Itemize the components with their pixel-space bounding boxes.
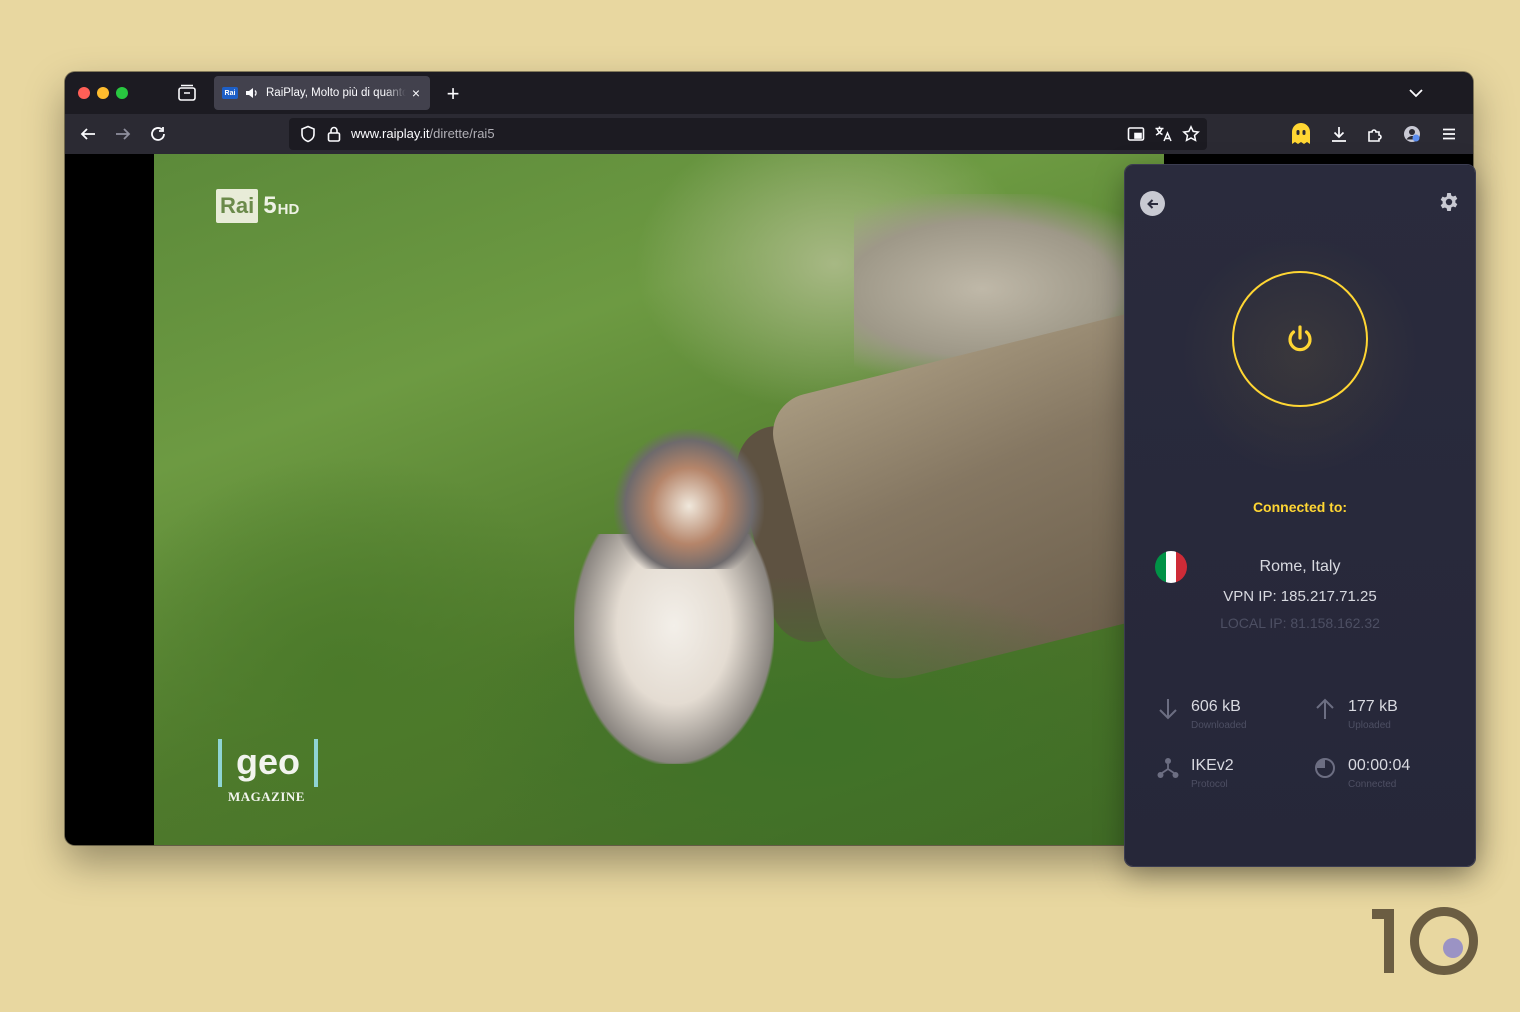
power-toggle-button[interactable] [1232, 271, 1368, 407]
protocol-stat: IKEv2 Protocol [1157, 756, 1307, 796]
tab-overview-icon[interactable] [177, 84, 197, 102]
new-tab-button[interactable]: + [443, 81, 463, 107]
address-bar[interactable]: www.raiplay.it/dirette/rai5 [289, 118, 1207, 150]
extensions-puzzle-icon[interactable] [1366, 125, 1384, 143]
local-ip: LOCAL IP: 81.158.162.32 [1220, 615, 1380, 631]
channel-number: 5 [263, 192, 277, 219]
protocol-label: Protocol [1191, 779, 1228, 790]
back-button[interactable] [1140, 191, 1165, 216]
forward-arrow-icon[interactable] [114, 125, 132, 143]
rai5-hd-logo: Rai 5 HD [216, 189, 299, 223]
tracking-protection-shield-icon[interactable] [299, 125, 317, 143]
connected-time-stat: 00:00:04 Connected [1314, 756, 1464, 796]
speaker-icon[interactable] [245, 86, 259, 100]
vpn-ip: VPN IP: 185.217.71.25 [1223, 588, 1377, 605]
arrow-up-icon [1314, 697, 1336, 721]
tab-title: RaiPlay, Molto più di quanto immagini [266, 87, 406, 99]
geo-magazine-logo: geo MAGAZINE [218, 739, 322, 809]
power-icon [1283, 322, 1317, 356]
picture-in-picture-icon[interactable] [1127, 125, 1145, 143]
server-location: Rome, Italy [1259, 558, 1341, 575]
reload-icon[interactable] [149, 125, 167, 143]
menu-hamburger-icon[interactable] [1440, 125, 1458, 143]
connected-time-label: Connected [1348, 779, 1397, 790]
minimize-window-button[interactable] [97, 87, 109, 99]
ten-brand-logo [1370, 905, 1480, 980]
rai-logo-text: Rai [216, 189, 259, 223]
raiplay-favicon-icon: Rai [222, 87, 238, 99]
bookmark-star-icon[interactable] [1182, 125, 1200, 143]
back-arrow-icon [1146, 198, 1158, 209]
brand-digit-one [1372, 909, 1394, 973]
uploaded-stat: 177 kB Uploaded [1314, 697, 1464, 737]
video-player[interactable]: Rai 5 HD geo MAGAZINE [154, 154, 1164, 845]
settings-gear-icon[interactable] [1437, 190, 1461, 214]
cyberghost-vpn-popup: Connected to: Rome, Italy VPN IP: 185.21… [1125, 165, 1475, 866]
tab-raiplay[interactable]: Rai RaiPlay, Molto più di quanto immagin… [214, 76, 430, 110]
geo-logo-word: geo [218, 739, 318, 787]
tab-bar: Rai RaiPlay, Molto più di quanto immagin… [65, 72, 1473, 114]
close-window-button[interactable] [78, 87, 90, 99]
zoom-window-button[interactable] [116, 87, 128, 99]
downloaded-label: Downloaded [1191, 720, 1247, 731]
downloaded-value: 606 kB [1191, 698, 1241, 715]
download-icon[interactable] [1330, 125, 1348, 143]
connected-label: Connected to: [1252, 499, 1348, 515]
uploaded-value: 177 kB [1348, 698, 1398, 715]
translate-icon[interactable] [1154, 125, 1172, 143]
url-path: /dirette/rai5 [429, 126, 495, 141]
protocol-value: IKEv2 [1191, 757, 1234, 774]
puppy-head [614, 429, 764, 569]
brand-dot [1443, 938, 1463, 958]
timer-icon [1314, 756, 1336, 780]
navigation-toolbar: www.raiplay.it/dirette/rai5 [65, 114, 1473, 154]
account-avatar-icon[interactable] [1403, 125, 1421, 143]
back-arrow-icon[interactable] [79, 125, 97, 143]
tab-close-icon[interactable]: × [408, 85, 424, 101]
lock-icon[interactable] [325, 125, 343, 143]
url-host: www.raiplay.it [351, 126, 430, 141]
connected-time-value: 00:00:04 [1348, 757, 1411, 774]
cyberghost-extension-icon[interactable] [1290, 122, 1312, 146]
geo-logo-subtitle: MAGAZINE [228, 789, 305, 804]
url-text: www.raiplay.it/dirette/rai5 [351, 126, 495, 141]
network-icon [1157, 756, 1179, 780]
uploaded-label: Uploaded [1348, 720, 1391, 731]
arrow-down-icon [1157, 697, 1179, 721]
chevron-down-icon[interactable] [1407, 84, 1425, 102]
channel-quality: HD [277, 200, 300, 218]
downloaded-stat: 606 kB Downloaded [1157, 697, 1307, 737]
